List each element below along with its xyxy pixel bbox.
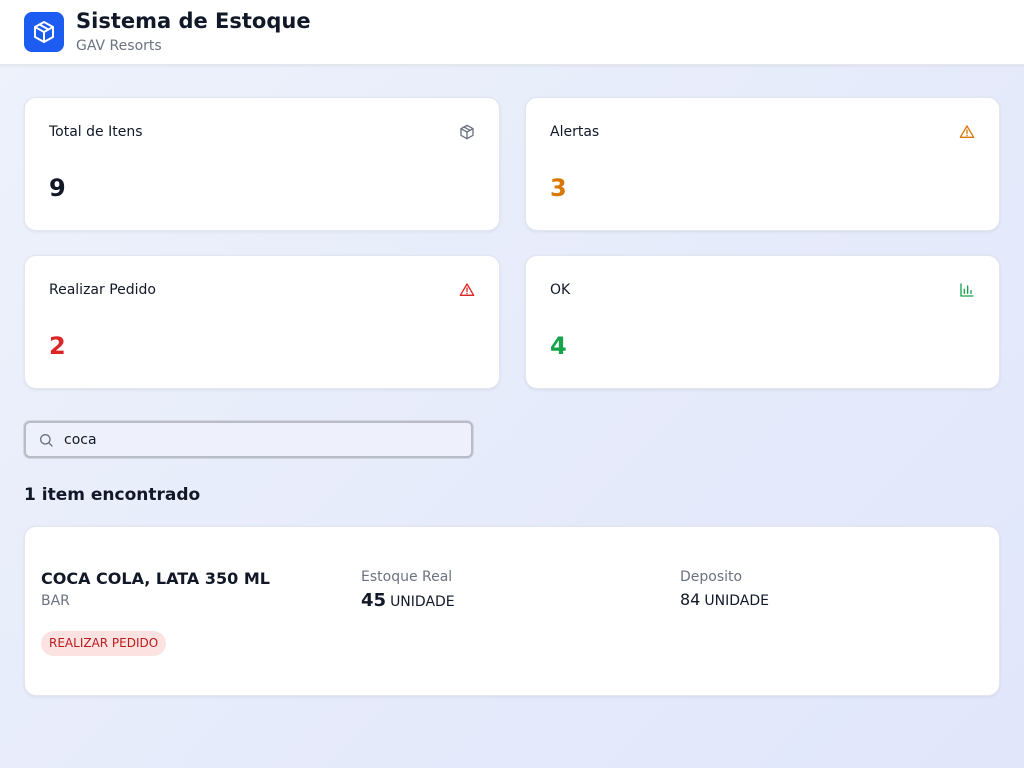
warning-triangle-icon bbox=[959, 125, 975, 138]
stat-label: Alertas bbox=[550, 124, 600, 140]
stat-value: 3 bbox=[550, 174, 567, 202]
bar-chart-icon bbox=[960, 283, 974, 297]
app-header: Sistema de Estoque GAV Resorts bbox=[0, 0, 1024, 65]
stat-card-reorder: Realizar Pedido 2 bbox=[24, 255, 500, 389]
stat-card-ok: OK 4 bbox=[525, 255, 1000, 389]
app-logo bbox=[24, 12, 64, 52]
alert-triangle-icon bbox=[459, 283, 475, 296]
estoque-real-number: 45 bbox=[361, 590, 387, 611]
status-badge: REALIZAR PEDIDO bbox=[41, 631, 167, 656]
search-input[interactable] bbox=[64, 428, 464, 452]
stat-label: Realizar Pedido bbox=[49, 282, 156, 298]
stat-value: 2 bbox=[49, 332, 66, 360]
estoque-real-unit: UNIDADE bbox=[390, 594, 455, 610]
estoque-real-label: Estoque Real bbox=[361, 569, 453, 585]
app-subtitle: GAV Resorts bbox=[76, 38, 162, 54]
deposito-value: 84 UNIDADE bbox=[680, 590, 769, 609]
deposito-unit: UNIDADE bbox=[704, 593, 769, 609]
deposito-number: 84 bbox=[680, 590, 701, 609]
item-category: BAR bbox=[41, 593, 70, 609]
item-name: COCA COLA, LATA 350 ML bbox=[41, 569, 270, 588]
estoque-real-value: 45 UNIDADE bbox=[361, 590, 455, 611]
search-box[interactable] bbox=[24, 421, 473, 458]
app-title: Sistema de Estoque bbox=[76, 9, 311, 33]
item-card[interactable]: COCA COLA, LATA 350 ML BAR REALIZAR PEDI… bbox=[24, 526, 1000, 696]
stat-card-alerts: Alertas 3 bbox=[525, 97, 1000, 231]
package-icon bbox=[460, 124, 474, 140]
stat-label: Total de Itens bbox=[49, 124, 143, 140]
results-count: 1 item encontrado bbox=[24, 485, 201, 505]
search-icon bbox=[40, 434, 53, 447]
stat-label: OK bbox=[550, 282, 571, 298]
stat-value: 4 bbox=[550, 332, 567, 360]
stat-card-total-items: Total de Itens 9 bbox=[24, 97, 500, 231]
deposito-label: Deposito bbox=[680, 569, 743, 585]
package-icon bbox=[34, 21, 54, 43]
stat-value: 9 bbox=[49, 174, 66, 202]
